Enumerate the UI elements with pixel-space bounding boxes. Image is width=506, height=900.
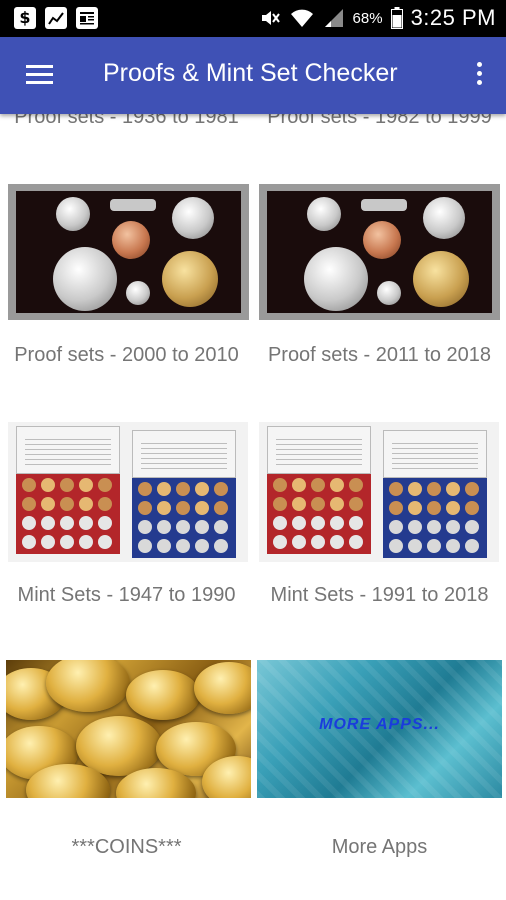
app-title: Proofs & Mint Set Checker xyxy=(103,59,398,87)
grid-item-coins[interactable]: ***COINS*** xyxy=(0,660,253,880)
battery-icon xyxy=(390,7,403,29)
overflow-menu-icon[interactable] xyxy=(476,62,484,90)
grid-item-label: Mint Sets - 1947 to 1990 xyxy=(17,584,236,606)
grid-item-mint-1991-2018[interactable]: Mint Sets - 1991 to 2018 xyxy=(253,420,506,630)
hamburger-menu-icon[interactable] xyxy=(26,65,53,85)
grid-item-proof-1936-1981[interactable]: Proof sets - 1936 to 1981 xyxy=(0,114,253,166)
grid-item-label: Proof sets - 1982 to 1999 xyxy=(267,114,492,128)
grid-item-label: More Apps xyxy=(331,836,428,858)
money-notification-icon xyxy=(14,7,36,29)
gold-coins-image xyxy=(6,660,251,798)
more-apps-banner: MORE APPS... xyxy=(319,716,440,733)
proof-set-image xyxy=(8,184,249,320)
category-grid: Proof sets - 1936 to 1981 Proof sets - 1… xyxy=(0,114,506,900)
grid-item-proof-2000-2010[interactable]: Proof sets - 2000 to 2010 xyxy=(0,182,253,392)
grid-item-label: Proof sets - 2011 to 2018 xyxy=(267,344,492,366)
battery-percent: 68% xyxy=(352,9,383,27)
signal-icon xyxy=(324,9,343,27)
wifi-icon xyxy=(290,9,313,27)
grid-item-label: Proof sets - 2000 to 2010 xyxy=(14,344,239,366)
grid-item-label: ***COINS*** xyxy=(71,836,182,858)
news-notification-icon xyxy=(76,7,98,29)
mint-set-image xyxy=(8,422,248,562)
grid-item-proof-2011-2018[interactable]: Proof sets - 2011 to 2018 xyxy=(253,182,506,392)
proof-set-image xyxy=(259,184,500,320)
grid-item-label: Proof sets - 1936 to 1981 xyxy=(14,114,239,128)
grid-item-more-apps[interactable]: MORE APPS... More Apps xyxy=(253,660,506,880)
grid-item-proof-1982-1999[interactable]: Proof sets - 1982 to 1999 xyxy=(253,114,506,166)
mint-set-image xyxy=(259,422,499,562)
more-apps-image: MORE APPS... xyxy=(257,660,502,798)
status-bar: 68% 3:25 PM xyxy=(0,0,506,37)
grid-item-label: Mint Sets - 1991 to 2018 xyxy=(270,584,489,606)
chart-notification-icon xyxy=(45,7,67,29)
mute-icon xyxy=(261,11,280,25)
clock: 3:25 PM xyxy=(410,5,496,30)
grid-item-mint-1947-1990[interactable]: Mint Sets - 1947 to 1990 xyxy=(0,420,253,630)
app-bar: Proofs & Mint Set Checker xyxy=(0,37,506,114)
